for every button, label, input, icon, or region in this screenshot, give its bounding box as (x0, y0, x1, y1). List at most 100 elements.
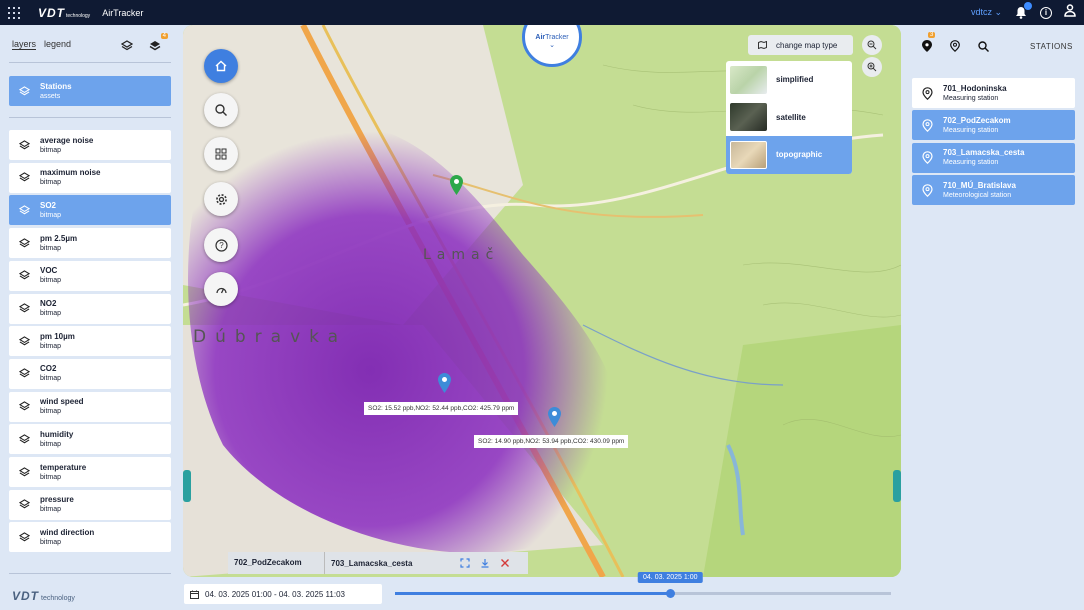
layers-outline-icon[interactable] (120, 39, 134, 51)
date-range-picker[interactable]: 04. 03. 2025 01:00 - 04. 03. 2025 11:03 (184, 584, 382, 604)
layer-label: VOC (40, 266, 58, 276)
layers-icon (19, 205, 30, 215)
layer-label: average noise (40, 135, 94, 145)
notification-bell-icon[interactable] (1014, 1, 1032, 20)
layers-icon (19, 466, 30, 476)
selected-station-label[interactable]: 702_PodZecakom (228, 552, 325, 574)
layer-sub: bitmap (40, 375, 62, 383)
place-label-dubravka: Dúbravka (193, 327, 348, 347)
footer-logo: VDT technology (12, 589, 75, 603)
layer-item[interactable]: pm 2.5µm bitmap (9, 228, 171, 259)
top-bar: VDTtechnology AirTracker vdtcz ⌄ i (0, 0, 1084, 25)
layers-icon (19, 139, 30, 149)
tab-layers[interactable]: layers (12, 39, 37, 50)
divider (9, 117, 171, 118)
zoom-out-button[interactable] (862, 35, 882, 55)
gear-icon (215, 193, 227, 205)
station-item[interactable]: 710_MÚ_Bratislava Meteorological station (912, 175, 1075, 206)
layer-item[interactable]: wind direction bitmap (9, 522, 171, 553)
station-tooltip: SO2: 15.52 ppb,NO2: 52.44 ppb,CO2: 425.7… (364, 402, 519, 415)
download-icon[interactable] (480, 558, 490, 568)
map-view[interactable]: Lamač Dúbravka AirTracker ⌄ ? change map … (183, 25, 901, 577)
selected-station-label[interactable]: 703_Lamacska_cesta (325, 559, 460, 568)
right-panel-toggle-handle[interactable] (893, 470, 901, 502)
info-icon[interactable]: i (1040, 6, 1052, 19)
time-slider[interactable] (395, 589, 891, 598)
layer-label: CO2 (40, 364, 57, 374)
layer-label: temperature (40, 462, 87, 472)
layer-stations-assets[interactable]: Stations assets (9, 76, 171, 106)
map-type-menu: simplified satellite topographic (726, 61, 852, 174)
date-range-text: 04. 03. 2025 01:00 - 04. 03. 2025 11:03 (205, 589, 345, 599)
station-item[interactable]: 701_Hodoninska Measuring station (912, 78, 1075, 108)
layers-icon (19, 335, 30, 346)
marker-filled-icon[interactable]: 3 (922, 32, 936, 57)
location-pin-icon (922, 119, 933, 132)
stations-title: STATIONS (1030, 42, 1073, 51)
layer-item[interactable]: maximum noise bitmap (9, 162, 171, 193)
satellite-thumbnail (730, 103, 767, 132)
brand-logo: VDTtechnology (38, 5, 91, 20)
left-panel-toggle-handle[interactable] (183, 470, 191, 502)
map-type-label: topographic (776, 150, 823, 160)
layer-sub: bitmap (40, 310, 62, 317)
station-type: Measuring station (943, 94, 999, 102)
location-pin-icon (922, 151, 933, 165)
close-icon[interactable] (500, 558, 510, 568)
search-location-button[interactable] (204, 93, 238, 127)
station-marker-702[interactable] (438, 373, 451, 393)
station-marker-green[interactable] (450, 175, 463, 195)
map-type-topographic[interactable]: topographic (726, 136, 852, 174)
map-type-label: satellite (776, 112, 806, 122)
map-type-simplified[interactable]: simplified (726, 61, 852, 99)
layer-sub: bitmap (40, 211, 62, 219)
layers-panel: layers legend 4 Stations assets average n… (0, 25, 180, 610)
layer-item[interactable]: wind speed bitmap (9, 391, 171, 422)
home-button[interactable] (204, 49, 238, 83)
layer-label: pressure (40, 495, 74, 505)
station-type: Measuring station (943, 126, 999, 134)
change-map-type-button[interactable]: change map type (748, 35, 853, 55)
layers-filled-icon[interactable]: 4 (149, 33, 168, 51)
station-marker-703[interactable] (548, 407, 561, 427)
layer-item[interactable]: CO2 bitmap (9, 358, 171, 389)
tab-legend[interactable]: legend (44, 39, 71, 50)
stations-panel: 3 STATIONS 701_Hodoninska Measuring stati… (902, 25, 1084, 610)
layer-item[interactable]: SO2 bitmap (9, 195, 171, 226)
time-slider-knob[interactable] (666, 589, 676, 598)
layer-item[interactable]: temperature bitmap (9, 457, 171, 487)
speed-gauge-button[interactable] (204, 272, 238, 306)
layer-label: wind speed (40, 397, 84, 407)
gauge-icon (215, 287, 227, 293)
map-type-satellite[interactable]: satellite (726, 99, 852, 137)
station-item[interactable]: 703_Lamacska_cesta Measuring station (912, 142, 1075, 173)
layer-label: pm 2.5µm (40, 233, 78, 243)
layer-item[interactable]: NO2 bitmap (9, 293, 171, 324)
zoom-in-button[interactable] (862, 57, 882, 77)
apps-grid-icon[interactable] (8, 6, 20, 19)
layers-icon (19, 368, 30, 378)
layers-icon (19, 270, 30, 280)
selected-stations-bar: 702_PodZecakom 703_Lamacska_cesta (228, 552, 528, 574)
user-menu[interactable]: vdtcz ⌄ (971, 7, 1002, 18)
user-icon[interactable] (1064, 3, 1076, 22)
calendar-icon (190, 590, 199, 599)
expand-icon[interactable] (460, 558, 470, 568)
help-icon: ? (214, 238, 228, 252)
layer-sub: bitmap (40, 146, 62, 154)
layer-item[interactable]: pressure bitmap (9, 489, 171, 520)
search-icon[interactable] (978, 39, 989, 57)
grid-view-button[interactable] (204, 137, 238, 171)
layer-item[interactable]: average noise bitmap (9, 130, 171, 160)
change-map-type-label: change map type (776, 40, 838, 50)
simplified-thumbnail (730, 65, 767, 94)
layer-label: NO2 (40, 299, 57, 308)
layer-item[interactable]: humidity bitmap (9, 424, 171, 455)
marker-outline-icon[interactable] (950, 39, 960, 57)
layer-sub: bitmap (40, 440, 62, 448)
station-item[interactable]: 702_PodZecakom Measuring station (912, 110, 1075, 141)
help-button[interactable]: ? (204, 228, 238, 262)
layer-item[interactable]: pm 10µm bitmap (9, 326, 171, 357)
layer-item[interactable]: VOC bitmap (9, 260, 171, 291)
settings-button[interactable] (204, 182, 238, 216)
